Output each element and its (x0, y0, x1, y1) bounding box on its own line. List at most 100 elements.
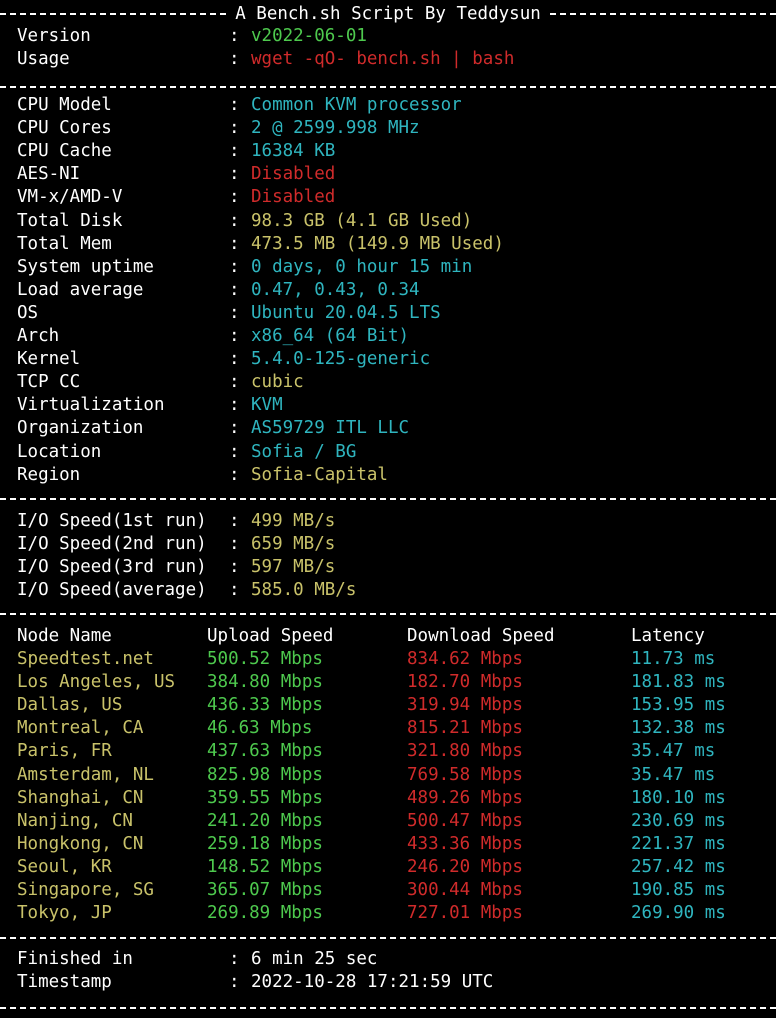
io-value: 597 MB/s (251, 557, 336, 578)
colon: : (229, 511, 240, 531)
colon: : (229, 279, 240, 300)
speed-latency: 153.95 ms (631, 695, 726, 716)
speed-upload-speed: 436.33 Mbps (207, 695, 323, 716)
speed-header-node-name: Node Name (17, 626, 112, 646)
speed-download-speed: 834.62 Mbps (407, 649, 523, 669)
system-value: 0 days, 0 hour 15 min (251, 256, 473, 277)
system-row: CPU Cores:2 @ 2599.998 MHz (0, 117, 776, 140)
system-row: Region: Sofia-Capital (0, 464, 776, 487)
speed-download-speed: 246.20 Mbps (407, 856, 523, 877)
system-value: 0.47, 0.43, 0.34 (251, 279, 420, 300)
speed-node-name: Amsterdam, NL (17, 764, 154, 785)
io-row: I/O Speed(3rd run):597 MB/s (0, 556, 776, 579)
system-key: CPU Cores (17, 118, 112, 139)
system-key: Organization (17, 418, 144, 439)
colon: : (229, 534, 240, 555)
speed-node-name: Paris, FR (17, 741, 112, 762)
terminal-window: A Bench.sh Script By Teddysun Version: v2… (0, 0, 776, 1018)
io-value: 659 MB/s (251, 534, 336, 555)
system-value: 98.3 GB (4.1 GB Used) (251, 210, 473, 231)
speed-header-upload-speed: Upload Speed (207, 626, 334, 646)
speed-row: Dallas, US 436.33 Mbps 319.94 Mbps 153.95 m… (0, 694, 776, 717)
system-value: Ubuntu 20.04.5 LTS (251, 302, 441, 323)
colon: : (229, 395, 240, 416)
colon: : (229, 302, 240, 323)
system-key: Location (17, 441, 102, 462)
system-row: System uptime:0 days, 0 hour 15 min (0, 256, 776, 279)
speed-row: Speedtest.net 500.52 Mbps 834.62 Mbps 11.73… (0, 648, 776, 671)
speed-latency: 181.83 ms (631, 672, 726, 693)
header-value: wget -qO- bench.sh | bash (251, 49, 515, 70)
separator-2 (0, 498, 776, 500)
speed-row: Hongkong, CN 259.18 Mbps 433.36 Mbps 221.37… (0, 833, 776, 856)
system-key: CPU Model (17, 95, 112, 115)
system-key: TCP CC (17, 372, 81, 393)
system-key: Virtualization (17, 395, 165, 416)
system-value: Sofia-Capital (251, 464, 388, 485)
colon: : (229, 210, 240, 231)
speed-download-speed: 815.21 Mbps (407, 718, 523, 739)
io-key: I/O Speed(average) (17, 580, 207, 601)
io-row: I/O Speed(2nd run):659 MB/s (0, 533, 776, 556)
io-key: I/O Speed(2nd run) (17, 534, 207, 555)
colon: : (229, 349, 240, 370)
system-value: 16384 KB (251, 141, 336, 162)
speed-row: Shanghai, CN 359.55 Mbps 489.26 Mbps 180.10… (0, 787, 776, 810)
colon: : (229, 118, 240, 139)
colon: : (229, 49, 240, 70)
speed-upload-speed: 500.52 Mbps (207, 649, 323, 669)
script-title: A Bench.sh Script By Teddysun (0, 2, 776, 26)
separator-bottom (0, 1007, 776, 1009)
speed-row: Los Angeles, US 384.80 Mbps 182.70 Mbps 181… (0, 671, 776, 694)
colon: : (229, 464, 240, 485)
system-key: Region (17, 464, 81, 485)
speed-row: Tokyo, JP 269.89 Mbps 727.01 Mbps 269.90 ms (0, 902, 776, 925)
speed-download-speed: 500.47 Mbps (407, 810, 523, 831)
io-row: I/O Speed(1st run):499 MB/s (0, 510, 776, 533)
speed-download-speed: 769.58 Mbps (407, 764, 523, 785)
speed-latency: 11.73 ms (631, 649, 716, 669)
speed-download-speed: 489.26 Mbps (407, 787, 523, 808)
speed-upload-speed: 269.89 Mbps (207, 903, 323, 924)
footer-row: Timestamp:2022-10-28 17:21:59 UTC (0, 971, 776, 994)
io-value: 499 MB/s (251, 511, 336, 531)
system-value: AS59729 ITL LLC (251, 418, 410, 439)
colon: : (229, 164, 240, 185)
script-title-text: A Bench.sh Script By Teddysun (227, 4, 549, 24)
system-key: Load average (17, 279, 144, 300)
speed-node-name: Speedtest.net (17, 649, 154, 669)
speed-latency: 132.38 ms (631, 718, 726, 739)
io-key: I/O Speed(1st run) (17, 511, 207, 531)
speed-node-name: Montreal, CA (17, 718, 144, 739)
colon: : (229, 441, 240, 462)
system-key: AES-NI (17, 164, 81, 185)
speed-upload-speed: 241.20 Mbps (207, 810, 323, 831)
speed-row: Seoul, KR 148.52 Mbps 246.20 Mbps 257.42 ms (0, 856, 776, 879)
speed-download-speed: 321.80 Mbps (407, 741, 523, 762)
speed-upload-speed: 359.55 Mbps (207, 787, 323, 808)
system-value: KVM (251, 395, 283, 416)
system-value: 2 @ 2599.998 MHz (251, 118, 420, 139)
speed-node-name: Tokyo, JP (17, 903, 112, 924)
speed-latency: 35.47 ms (631, 764, 716, 785)
speed-upload-speed: 148.52 Mbps (207, 856, 323, 877)
system-key: CPU Cache (17, 141, 112, 162)
colon: : (229, 972, 240, 993)
footer-value: 6 min 25 sec (251, 949, 378, 969)
header-key: Usage (17, 49, 70, 70)
speed-node-name: Hongkong, CN (17, 833, 144, 854)
system-row: Kernel:5.4.0-125-generic (0, 348, 776, 371)
separator-4 (0, 937, 776, 939)
colon: : (229, 326, 240, 346)
colon: : (229, 557, 240, 578)
colon: : (229, 26, 240, 46)
speed-node-name: Nanjing, CN (17, 810, 133, 831)
colon: : (229, 256, 240, 277)
system-row: Total Disk:98.3 GB (4.1 GB Used) (0, 210, 776, 233)
system-value: Disabled (251, 187, 336, 208)
system-key: VM-x/AMD-V (17, 187, 123, 208)
speed-row: Amsterdam, NL 825.98 Mbps 769.58 Mbps 35.47… (0, 764, 776, 787)
speed-latency: 180.10 ms (631, 787, 726, 808)
footer-key: Timestamp (17, 972, 112, 993)
system-key: Total Disk (17, 210, 123, 231)
